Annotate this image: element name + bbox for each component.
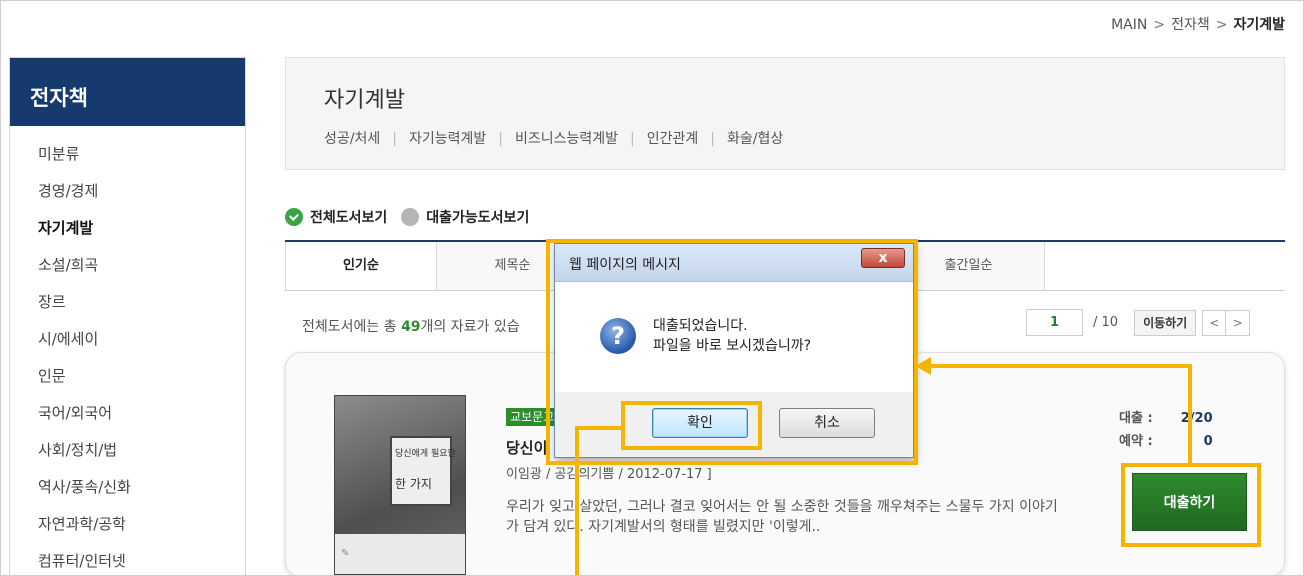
page-frame: MAIN > 전자책 > 자기계발 전자책 미분류 경영/경제 자기계발 소설/희곡 장… (0, 0, 1304, 576)
book-cover-image[interactable]: 당신에게 필요한 한 가지 ✎ (334, 395, 466, 575)
sidebar: 전자책 미분류 경영/경제 자기계발 소설/희곡 장르 시/에세이 인문 국어/… (9, 57, 246, 575)
ok-highlight-box (621, 401, 762, 450)
subcategory-link[interactable]: 자기능력계발 (409, 131, 486, 147)
arrow-left-icon (915, 357, 931, 375)
reserve-stat: 예약 : 0 (1119, 430, 1213, 453)
cover-bottom-band: ✎ (335, 534, 465, 574)
cover-text-big: 한 가지 (395, 477, 432, 491)
borrow-highlight-box (1121, 463, 1261, 547)
breadcrumb: MAIN > 전자책 > 자기계발 (1111, 14, 1285, 34)
puzzle-piece-graphic (390, 436, 452, 506)
sidebar-item[interactable]: 사회/정치/법 (38, 432, 245, 469)
view-all-label[interactable]: 전체도서보기 (310, 207, 387, 227)
cover-author-glyph: ✎ (341, 548, 350, 559)
sidebar-item[interactable]: 자연과학/공학 (38, 506, 245, 543)
summary-prefix: 전체도서에는 총 (302, 319, 402, 335)
cover-text-small: 당신에게 필요한 (395, 449, 456, 459)
summary-suffix: 개의 자료가 있습 (420, 319, 520, 335)
prev-page-icon[interactable]: < (1202, 309, 1227, 336)
result-summary: 전체도서에는 총 49개의 자료가 있습 (302, 316, 520, 336)
radio-unchecked-icon[interactable] (401, 208, 420, 226)
book-description: 우리가 잊고 살았던, 그러나 결코 잊어서는 안 될 소중한 것들을 깨우쳐주… (506, 499, 1058, 535)
borrow-value: 2/20 (1180, 411, 1213, 426)
tab-popular[interactable]: 인기순 (285, 242, 437, 290)
divider: | (392, 131, 397, 147)
next-page-icon[interactable]: > (1226, 309, 1251, 336)
subcategory-link[interactable]: 성공/처세 (324, 131, 380, 147)
sidebar-item[interactable]: 컴퓨터/인터넷 (38, 543, 245, 575)
subcategory-link[interactable]: 비즈니스능력계발 (515, 131, 618, 147)
connector-line (931, 364, 1192, 368)
page-number-input[interactable]: 1 (1026, 309, 1083, 336)
sidebar-item[interactable]: 국어/외국어 (38, 395, 245, 432)
divider: | (498, 131, 503, 147)
connector-line (1188, 364, 1192, 464)
divider: | (630, 131, 635, 147)
view-available-label[interactable]: 대출가능도서보기 (426, 207, 529, 227)
subcategory-links: 성공/처세 | 자기능력계발 | 비즈니스능력계발 | 인간관계 | 화술/협상 (324, 128, 783, 148)
breadcrumb-current: 자기계발 (1233, 17, 1285, 33)
book-title[interactable]: 당신이 (506, 437, 547, 458)
page-total: / 10 (1093, 315, 1119, 330)
sidebar-item[interactable]: 소설/희곡 (38, 247, 245, 284)
reserve-value: 0 (1203, 434, 1213, 449)
divider: | (710, 131, 715, 147)
book-stats: 대출 : 2/20 예약 : 0 (1119, 407, 1213, 453)
breadcrumb-home[interactable]: MAIN (1111, 17, 1147, 33)
sidebar-item[interactable]: 인문 (38, 358, 245, 395)
sidebar-item[interactable]: 장르 (38, 284, 245, 321)
connector-line (575, 426, 579, 575)
breadcrumb-sep: > (1153, 17, 1166, 33)
sidebar-item[interactable]: 역사/풍속/신화 (38, 469, 245, 506)
radio-checked-icon[interactable] (285, 208, 303, 226)
borrow-label: 대출 : (1119, 411, 1153, 426)
sidebar-item-active[interactable]: 자기계발 (38, 210, 245, 247)
sidebar-item[interactable]: 경영/경제 (38, 173, 245, 210)
sidebar-item[interactable]: 시/에세이 (38, 321, 245, 358)
result-count: 49 (401, 319, 421, 335)
breadcrumb-level1[interactable]: 전자책 (1171, 17, 1210, 33)
sidebar-title: 전자책 (10, 58, 245, 126)
category-header: 자기계발 성공/처세 | 자기능력계발 | 비즈니스능력계발 | 인간관계 | 화술/협상 (285, 57, 1285, 170)
connector-line (575, 426, 625, 430)
category-title: 자기계발 (324, 88, 405, 113)
subcategory-link[interactable]: 인간관계 (647, 131, 699, 147)
borrow-stat: 대출 : 2/20 (1119, 407, 1213, 430)
reserve-label: 예약 : (1119, 434, 1153, 449)
breadcrumb-sep: > (1215, 17, 1228, 33)
pager: 1 / 10 이동하기 < > (1026, 309, 1251, 336)
book-meta: 이임광 / 공감의기쁨 / 2012-07-17 ] (506, 467, 712, 482)
subcategory-link[interactable]: 화술/협상 (727, 131, 783, 147)
sidebar-list: 미분류 경영/경제 자기계발 소설/희곡 장르 시/에세이 인문 국어/외국어 … (10, 126, 245, 575)
sidebar-item[interactable]: 미분류 (38, 136, 245, 173)
go-page-button[interactable]: 이동하기 (1134, 309, 1197, 336)
view-options: 전체도서보기 대출가능도서보기 (285, 207, 529, 227)
